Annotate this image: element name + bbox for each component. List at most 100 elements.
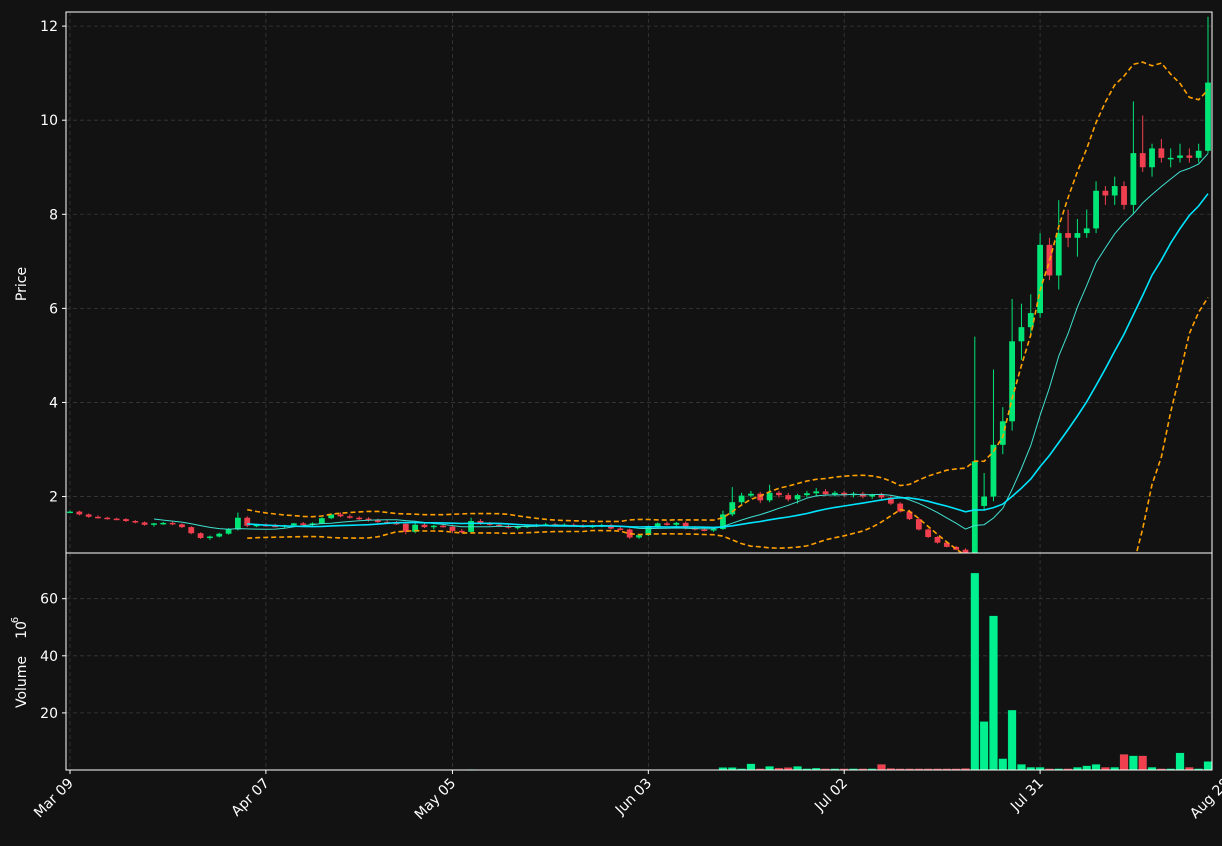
candle-body — [179, 524, 185, 527]
candle-body — [925, 529, 931, 537]
volume-bar — [1017, 764, 1025, 770]
date-tick-label: Jul 31 — [1007, 776, 1047, 816]
candle-body — [1028, 313, 1034, 327]
axes: 24681012204060Mar 09Apr 07May 05Jun 03Ju… — [31, 12, 1222, 823]
price-tick-label: 4 — [49, 395, 58, 411]
candle-body — [431, 526, 437, 528]
price-grid — [66, 12, 1222, 553]
candle-body — [1056, 233, 1062, 275]
candle-body — [142, 522, 148, 524]
candle-body — [832, 493, 838, 495]
volume-bar — [1083, 766, 1091, 770]
volume-bar — [1204, 761, 1212, 770]
volume-grid — [66, 553, 1222, 770]
candle-body — [459, 531, 465, 533]
moving-average-fast-line — [154, 154, 1208, 530]
volume-bar — [1129, 756, 1137, 770]
candle-body — [198, 533, 204, 538]
volume-bar — [1092, 764, 1100, 770]
candle-body — [823, 491, 829, 494]
bollinger-upper-line — [247, 62, 1208, 521]
volume-bar — [1139, 756, 1147, 770]
price-tick-label: 8 — [49, 207, 58, 223]
candle-body — [160, 523, 166, 525]
candle-body — [664, 523, 670, 525]
candle-body — [1158, 148, 1164, 157]
candle-body — [422, 525, 428, 527]
candle-body — [972, 461, 978, 553]
price-panel — [67, 17, 1211, 554]
candle-body — [991, 445, 997, 497]
chart-svg: 24681012204060Mar 09Apr 07May 05Jun 03Ju… — [0, 0, 1222, 842]
candle-body — [207, 537, 213, 539]
date-tick-label: Aug 28 — [1187, 776, 1222, 822]
candle-body — [1149, 148, 1155, 167]
date-tick-label: Jul 02 — [811, 776, 851, 816]
date-tick-label: Jun 03 — [612, 776, 655, 819]
candle-body — [1140, 153, 1146, 167]
indicator-lines — [154, 62, 1208, 661]
volume-axis-label: Volume — [14, 656, 30, 708]
candle-body — [1093, 191, 1099, 229]
volume-bar — [877, 764, 885, 770]
candle-body — [67, 512, 73, 514]
candle-body — [1112, 186, 1118, 195]
volume-bar — [980, 721, 988, 770]
candle-body — [795, 495, 801, 499]
candle-body — [450, 527, 456, 531]
volume-bar — [1008, 710, 1016, 770]
date-tick-label: Apr 07 — [229, 776, 273, 820]
candle-body — [216, 534, 222, 537]
volume-bar — [989, 616, 997, 770]
volume-tick-label: 20 — [40, 706, 58, 722]
moving-average-slow-line — [247, 194, 1208, 528]
candle-body — [338, 514, 344, 516]
candlestick-chart: 24681012204060Mar 09Apr 07May 05Jun 03Ju… — [0, 0, 1222, 842]
candle-body — [104, 518, 110, 520]
candle-body — [729, 502, 735, 514]
candle-body — [1205, 83, 1211, 151]
candle-body — [1130, 153, 1136, 205]
candle-body — [785, 495, 791, 499]
candle-body — [1103, 191, 1109, 196]
candle-body — [1084, 228, 1090, 233]
candle-body — [1121, 186, 1127, 205]
candle-body — [170, 523, 176, 525]
price-tick-label: 10 — [40, 113, 58, 129]
candle-body — [617, 529, 623, 531]
volume-bar — [747, 764, 755, 770]
date-tick-label: May 05 — [412, 776, 460, 824]
candle-body — [748, 494, 754, 496]
candle-body — [114, 519, 120, 521]
candle-body — [1019, 327, 1025, 341]
candle-body — [1009, 341, 1015, 421]
candle-body — [226, 529, 232, 533]
candle-body — [319, 518, 325, 523]
candle-body — [151, 523, 157, 525]
candle-body — [347, 516, 353, 518]
volume-bar — [1120, 754, 1128, 770]
candle-body — [776, 493, 782, 495]
candle-body — [76, 512, 82, 515]
candle-body — [440, 526, 446, 528]
candle-body — [636, 535, 642, 537]
candle-body — [813, 491, 819, 493]
candle-body — [701, 529, 707, 531]
price-tick-label: 6 — [49, 301, 58, 317]
volume-bar — [765, 766, 773, 770]
candle-body — [1177, 155, 1183, 157]
candle-body — [188, 527, 194, 533]
candle-body — [356, 518, 362, 520]
candle-body — [804, 493, 810, 495]
candle-body — [1075, 233, 1081, 238]
volume-tick-label: 40 — [40, 649, 58, 665]
candle-body — [132, 521, 138, 523]
candle-body — [1196, 151, 1202, 158]
candle-body — [235, 518, 241, 530]
volume-bar — [999, 759, 1007, 770]
candle-body — [300, 523, 306, 525]
bollinger-lower-line — [247, 298, 1208, 662]
price-tick-label: 12 — [40, 19, 58, 35]
candle-body — [95, 517, 101, 519]
volume-bar — [971, 573, 979, 770]
